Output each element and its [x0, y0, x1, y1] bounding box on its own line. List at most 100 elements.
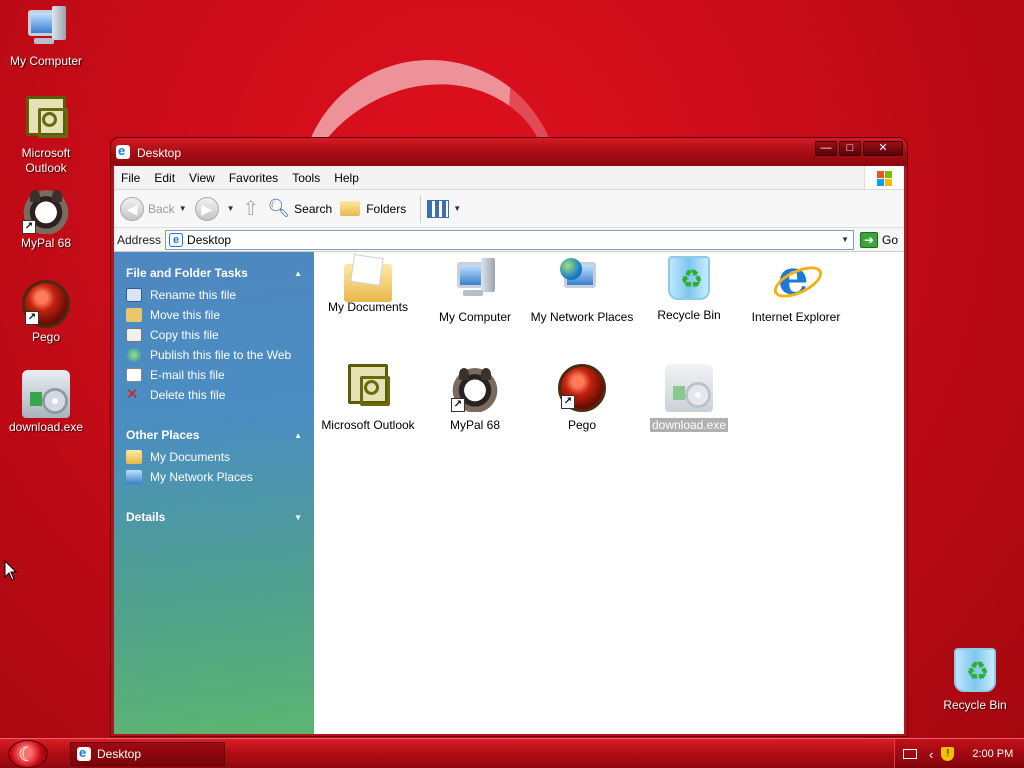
explorer-window[interactable]: Desktop — □ ✕ File Edit View Favorites T… — [111, 138, 907, 736]
views-dropdown-icon[interactable]: ▼ — [453, 204, 461, 213]
forward-button[interactable]: ▶ ▼ — [194, 196, 235, 221]
address-value: Desktop — [187, 232, 232, 247]
desktop-icon-pego[interactable]: ↗ Pego — [1, 280, 91, 345]
address-bar: Address e Desktop ▼ ➜ Go — [114, 228, 904, 252]
file-item[interactable]: Recycle Bin — [635, 256, 743, 322]
folder-up-icon: ⇧ — [242, 198, 260, 220]
views-icon — [427, 199, 450, 218]
views-button[interactable]: ▼ — [427, 199, 461, 218]
file-label: My Documents — [327, 300, 409, 314]
file-folder-tasks-header[interactable]: File and Folder Tasks ▲ — [114, 262, 314, 286]
task-label: Copy this file — [150, 328, 219, 342]
outlook-icon — [26, 96, 68, 138]
keyboard-icon[interactable] — [903, 749, 917, 759]
go-button[interactable]: ➜ Go — [859, 231, 898, 248]
search-button[interactable]: 🔍︎ Search — [267, 198, 332, 219]
show-hidden-icons-icon[interactable]: ‹ — [929, 747, 933, 762]
file-label: Internet Explorer — [751, 310, 841, 324]
menu-tools[interactable]: Tools — [285, 171, 327, 185]
minimize-button[interactable]: — — [815, 141, 837, 156]
file-list[interactable]: My Documents My Computer My Network Plac… — [314, 250, 904, 734]
move-icon — [126, 308, 142, 322]
task-label: Publish this file to the Web — [150, 348, 292, 362]
menu-edit[interactable]: Edit — [147, 171, 182, 185]
taskbar: Desktop ‹ ! 2:00 PM — [0, 738, 1024, 768]
place-my-documents[interactable]: My Documents — [114, 448, 314, 468]
details-header[interactable]: Details ▼ — [114, 506, 314, 530]
recycle-bin-icon — [668, 256, 710, 300]
other-places-header[interactable]: Other Places ▲ — [114, 424, 314, 448]
desktop-icon-my-computer[interactable]: My Computer — [1, 4, 91, 69]
task-copy[interactable]: Copy this file — [114, 326, 314, 346]
back-dropdown-icon[interactable]: ▼ — [179, 204, 187, 213]
up-button[interactable]: ⇧ — [243, 196, 260, 221]
window-content: File and Folder Tasks ▲ Rename this file… — [114, 250, 904, 734]
file-item[interactable]: Internet Explorer — [742, 250, 850, 324]
windows-logo-icon — [864, 166, 904, 189]
shortcut-arrow-icon: ↗ — [561, 395, 575, 409]
my-documents-icon — [344, 264, 392, 302]
internet-explorer-icon — [772, 250, 820, 306]
forward-dropdown-icon[interactable]: ▼ — [227, 204, 235, 213]
my-computer-icon — [22, 4, 70, 52]
menu-file[interactable]: File — [114, 171, 147, 185]
back-label: Back — [148, 201, 175, 216]
title-bar[interactable]: Desktop — □ ✕ — [111, 138, 907, 166]
desktop-icon-recycle-bin[interactable]: Recycle Bin — [930, 648, 1020, 713]
taskbar-item-label: Desktop — [97, 747, 142, 761]
delete-x-icon: ✕ — [126, 386, 139, 403]
maximize-button[interactable]: □ — [839, 141, 861, 156]
collapse-icon[interactable]: ▲ — [294, 431, 302, 440]
file-item-selected[interactable]: download.exe — [635, 364, 743, 432]
security-shield-icon[interactable]: ! — [941, 747, 955, 761]
file-item[interactable]: ↗ Pego — [528, 364, 636, 432]
desktop-icon-outlook[interactable]: Microsoft Outlook — [1, 96, 91, 176]
network-places-icon — [558, 256, 606, 304]
toolbar: ◀ Back ▼ ▶ ▼ ⇧ 🔍︎ Search Folders ▼ — [114, 190, 904, 228]
task-rename[interactable]: Rename this file — [114, 286, 314, 306]
address-field[interactable]: e Desktop ▼ — [165, 229, 854, 250]
my-computer-icon — [451, 256, 499, 304]
task-label: Delete this file — [150, 388, 226, 402]
recycle-bin-icon — [954, 648, 996, 692]
file-item[interactable]: My Network Places — [528, 256, 636, 324]
desktop-icon-mypal[interactable]: ↗ MyPal 68 — [1, 186, 91, 251]
shortcut-arrow-icon: ↗ — [22, 220, 36, 234]
forward-arrow-icon: ▶ — [194, 196, 219, 221]
taskbar-item-desktop[interactable]: Desktop — [70, 742, 225, 766]
desktop-icon-label: download.exe — [8, 420, 84, 434]
pego-icon: ↗ — [558, 364, 606, 412]
desktop-folder-icon: e — [169, 232, 184, 247]
clock[interactable]: 2:00 PM — [972, 748, 1013, 760]
folders-icon — [340, 201, 361, 216]
start-button[interactable] — [8, 740, 48, 768]
menu-help[interactable]: Help — [327, 171, 366, 185]
file-item[interactable]: My Documents — [314, 256, 422, 314]
close-button[interactable]: ✕ — [863, 141, 903, 156]
task-email[interactable]: E-mail this file — [114, 366, 314, 386]
menu-view[interactable]: View — [182, 171, 222, 185]
back-button[interactable]: ◀ Back ▼ — [120, 196, 187, 221]
desktop-icon-label: Recycle Bin — [943, 698, 1007, 712]
file-item[interactable]: ↗ MyPal 68 — [421, 364, 529, 432]
menu-favorites[interactable]: Favorites — [222, 171, 285, 185]
task-delete[interactable]: ✕ Delete this file — [114, 386, 314, 406]
place-network[interactable]: My Network Places — [114, 468, 314, 488]
address-dropdown-icon[interactable]: ▼ — [841, 235, 849, 244]
file-item[interactable]: Microsoft Outlook — [314, 364, 422, 432]
folders-button[interactable]: Folders — [340, 201, 406, 216]
my-documents-icon — [126, 450, 142, 464]
collapse-icon[interactable]: ▲ — [294, 269, 302, 278]
task-publish[interactable]: Publish this file to the Web — [114, 346, 314, 366]
file-item[interactable]: My Computer — [421, 256, 529, 324]
search-label: Search — [294, 201, 333, 216]
task-move[interactable]: Move this file — [114, 306, 314, 326]
task-label: E-mail this file — [150, 368, 225, 382]
file-label: My Computer — [438, 310, 512, 324]
desktop-icon-download[interactable]: download.exe — [1, 370, 91, 435]
pego-icon: ↗ — [22, 280, 70, 328]
task-label: Rename this file — [150, 288, 237, 302]
setup-exe-icon — [665, 364, 713, 412]
expand-icon[interactable]: ▼ — [294, 513, 302, 522]
globe-icon — [126, 348, 142, 362]
